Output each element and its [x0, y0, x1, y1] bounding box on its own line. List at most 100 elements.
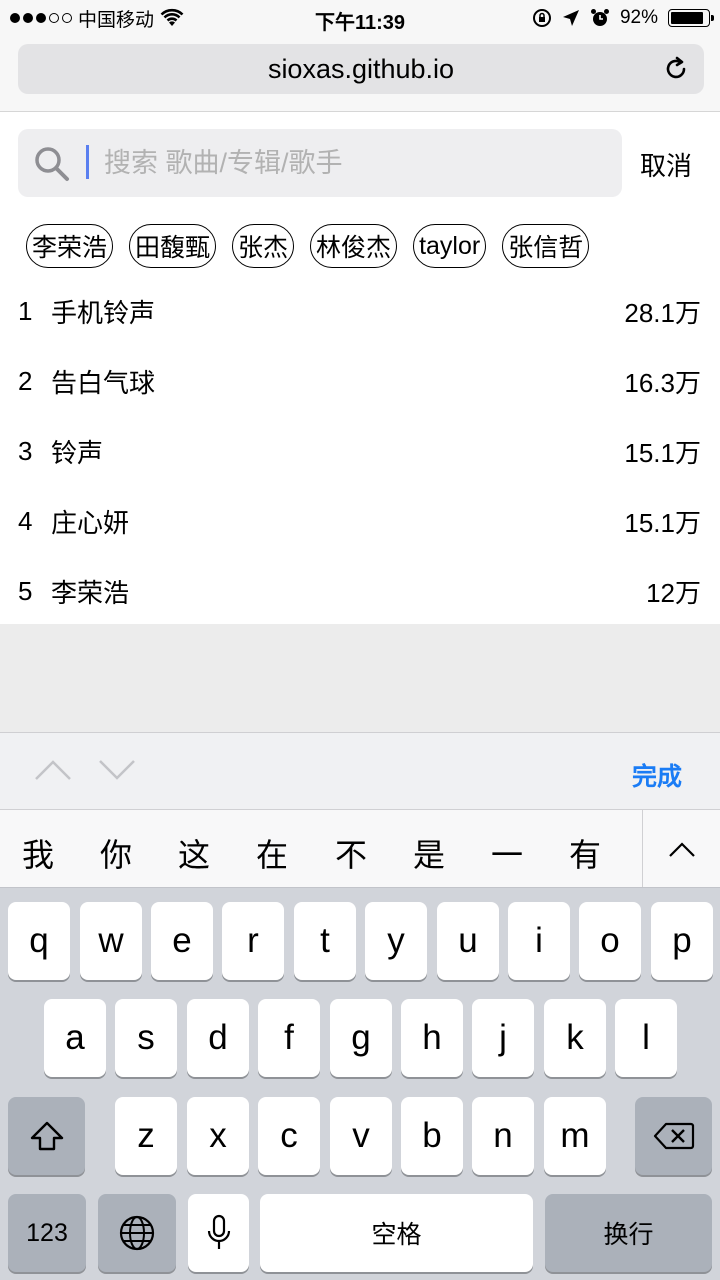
candidate-word[interactable]: 我 — [22, 830, 54, 876]
key-y[interactable]: y — [365, 902, 427, 980]
location-icon — [562, 10, 579, 26]
item-title: 庄心妍 — [51, 507, 130, 538]
candidate-word[interactable]: 你 — [100, 830, 132, 876]
globe-icon — [119, 1215, 155, 1251]
keyboard: q w e r t y u i o p a s d f g h j k l z … — [0, 887, 720, 1280]
hot-tag[interactable]: 李荣浩 — [26, 224, 114, 268]
item-title: 李荣浩 — [51, 577, 130, 608]
key-h[interactable]: h — [401, 999, 463, 1077]
key-f[interactable]: f — [258, 999, 320, 1077]
key-r[interactable]: r — [222, 902, 284, 980]
key-u[interactable]: u — [437, 902, 499, 980]
key-l[interactable]: l — [615, 999, 677, 1077]
shift-key[interactable] — [8, 1097, 85, 1175]
browser-toolbar: sioxas.github.io — [0, 36, 720, 112]
candidate-word[interactable]: 一 — [491, 830, 523, 876]
page-background — [0, 624, 720, 732]
carrier-name: 中国移动 — [78, 9, 155, 31]
key-n[interactable]: n — [472, 1097, 534, 1175]
hot-tag[interactable]: 张杰 — [232, 224, 295, 268]
key-m[interactable]: m — [544, 1097, 606, 1175]
signal-strength-icon — [10, 13, 72, 23]
hot-search-tags: 李荣浩 田馥甄 张杰 林俊杰 taylor 张信哲 — [26, 224, 590, 268]
list-item[interactable]: 1 手机铃声 28.1万 — [0, 276, 720, 346]
microphone-icon — [207, 1214, 230, 1249]
hot-tag[interactable]: 张信哲 — [502, 224, 590, 268]
status-left: 中国移动 — [10, 0, 184, 36]
key-z[interactable]: z — [115, 1097, 177, 1175]
candidate-word[interactable]: 这 — [178, 830, 210, 876]
key-d[interactable]: d — [187, 999, 249, 1077]
shift-icon — [30, 1121, 63, 1151]
key-g[interactable]: g — [330, 999, 392, 1077]
cancel-button[interactable]: 取消 — [640, 146, 692, 183]
chevron-up-icon — [669, 842, 695, 857]
search-count: 15.1万 — [624, 507, 701, 538]
space-key[interactable]: 空格 — [260, 1194, 533, 1272]
key-q[interactable]: q — [8, 902, 70, 980]
chevron-down-icon[interactable] — [97, 755, 137, 785]
alarm-icon — [590, 9, 609, 26]
done-button[interactable]: 完成 — [632, 757, 682, 793]
key-p[interactable]: p — [651, 902, 713, 980]
reload-icon[interactable] — [662, 55, 690, 83]
key-a[interactable]: a — [44, 999, 106, 1077]
key-t[interactable]: t — [294, 902, 356, 980]
key-k[interactable]: k — [544, 999, 606, 1077]
return-key[interactable]: 换行 — [545, 1194, 712, 1272]
list-item[interactable]: 2 告白气球 16.3万 — [0, 346, 720, 416]
key-v[interactable]: v — [330, 1097, 392, 1175]
candidate-word[interactable]: 在 — [256, 830, 288, 876]
keyboard-accessory-bar: 完成 — [0, 732, 720, 809]
key-e[interactable]: e — [151, 902, 213, 980]
search-row: 取消 — [0, 112, 720, 212]
rank-number: 4 — [18, 505, 33, 536]
candidate-word[interactable]: 不 — [335, 830, 367, 876]
microphone-key[interactable] — [188, 1194, 249, 1272]
rank-number: 5 — [18, 575, 33, 606]
item-title: 铃声 — [51, 437, 104, 468]
address-bar[interactable]: sioxas.github.io — [18, 44, 704, 94]
search-count: 16.3万 — [624, 367, 701, 398]
search-count: 28.1万 — [624, 297, 701, 328]
key-c[interactable]: c — [258, 1097, 320, 1175]
battery-percent: 92% — [619, 7, 658, 28]
search-count: 15.1万 — [624, 437, 701, 468]
hot-tag[interactable]: 林俊杰 — [310, 224, 398, 268]
search-input[interactable] — [104, 143, 604, 183]
text-caret — [86, 145, 89, 179]
url-text: sioxas.github.io — [267, 53, 455, 84]
rank-number: 3 — [18, 435, 33, 466]
key-x[interactable]: x — [187, 1097, 249, 1175]
candidate-word[interactable]: 有 — [569, 830, 601, 876]
hot-tag[interactable]: 田馥甄 — [129, 224, 217, 268]
status-right: 92% — [532, 0, 714, 36]
ime-candidate-bar: 我 你 这 在 不 是 一 有 — [0, 809, 720, 888]
key-b[interactable]: b — [401, 1097, 463, 1175]
item-title: 手机铃声 — [51, 297, 156, 328]
key-o[interactable]: o — [579, 902, 641, 980]
backspace-key[interactable] — [635, 1097, 712, 1175]
chevron-up-icon[interactable] — [33, 755, 73, 785]
list-item[interactable]: 5 李荣浩 12万 — [0, 556, 720, 626]
key-w[interactable]: w — [80, 902, 142, 980]
numbers-key[interactable]: 123 — [8, 1194, 86, 1272]
list-item[interactable]: 4 庄心妍 15.1万 — [0, 486, 720, 556]
rank-number: 1 — [18, 295, 33, 326]
key-j[interactable]: j — [472, 999, 534, 1077]
expand-candidates-button[interactable] — [642, 810, 720, 888]
search-count: 12万 — [646, 577, 701, 608]
search-icon — [35, 147, 69, 181]
search-box[interactable] — [18, 129, 622, 197]
candidate-word[interactable]: 是 — [413, 830, 445, 876]
hot-tag[interactable]: taylor — [413, 224, 487, 268]
rank-number: 2 — [18, 365, 33, 396]
item-title: 告白气球 — [51, 367, 156, 398]
wifi-icon — [160, 8, 184, 26]
orientation-lock-icon — [532, 9, 551, 27]
key-s[interactable]: s — [115, 999, 177, 1077]
backspace-icon — [653, 1122, 694, 1150]
globe-key[interactable] — [98, 1194, 176, 1272]
key-i[interactable]: i — [508, 902, 570, 980]
list-item[interactable]: 3 铃声 15.1万 — [0, 416, 720, 486]
